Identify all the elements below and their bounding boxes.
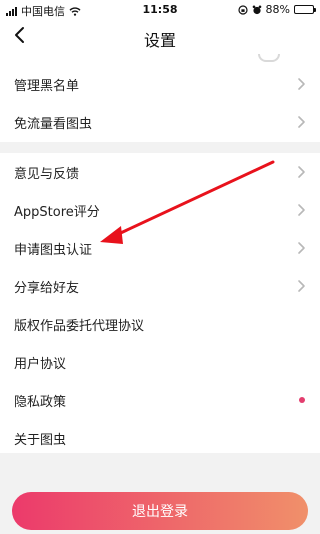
settings-row-label: 管理黑名单 [14,78,80,94]
settings-group-top: 管理黑名单免流量看图虫 [0,54,320,142]
chevron-right-icon [298,116,305,128]
settings-row[interactable]: 用户协议 [0,343,320,381]
status-right: 88% [237,3,316,16]
settings-row-label: 隐私政策 [14,394,67,410]
settings-row-label: 关于图虫 [14,432,67,448]
settings-row[interactable]: 管理黑名单 [0,65,320,103]
settings-row-label: 分享给好友 [14,280,80,296]
nav-bar: 设置 [0,20,320,56]
battery-percent: 88% [265,3,290,16]
orientation-lock-icon [237,4,248,15]
settings-row-label: 用户协议 [14,356,67,372]
settings-row-label: 申请图虫认证 [14,242,93,258]
settings-row[interactable]: AppStore评分 [0,191,320,229]
chevron-right-icon [298,204,305,216]
alarm-icon [252,5,261,14]
chevron-right-icon [298,78,305,90]
notification-dot [299,397,305,403]
status-bar: 中国电信 11:58 88% [0,0,320,20]
settings-row[interactable]: 申请图虫认证 [0,229,320,267]
settings-group-main: 意见与反馈 AppStore评分 申请图虫认证 分享给好友版权作品委托代理协议 用户协议… [0,153,320,453]
settings-row[interactable]: 关于图虫 [0,419,320,457]
scroll-peek-decoration [258,54,280,62]
page-title: 设置 [143,31,176,50]
settings-row-label: 版权作品委托代理协议 [14,318,145,334]
settings-row-label: AppStore评分 [14,204,100,220]
logout-button[interactable]: 退出登录 [12,492,308,530]
settings-row[interactable]: 隐私政策 [0,381,320,419]
settings-row[interactable]: 免流量看图虫 [0,103,320,141]
settings-row[interactable]: 版权作品委托代理协议 [0,305,320,343]
chevron-right-icon [298,242,305,254]
settings-row-label: 意见与反馈 [14,166,80,182]
battery-icon [294,5,316,14]
chevron-right-icon [298,280,305,292]
settings-row-label: 免流量看图虫 [14,116,93,132]
settings-row[interactable]: 意见与反馈 [0,153,320,191]
chevron-right-icon [298,166,305,178]
settings-row[interactable]: 分享给好友 [0,267,320,305]
